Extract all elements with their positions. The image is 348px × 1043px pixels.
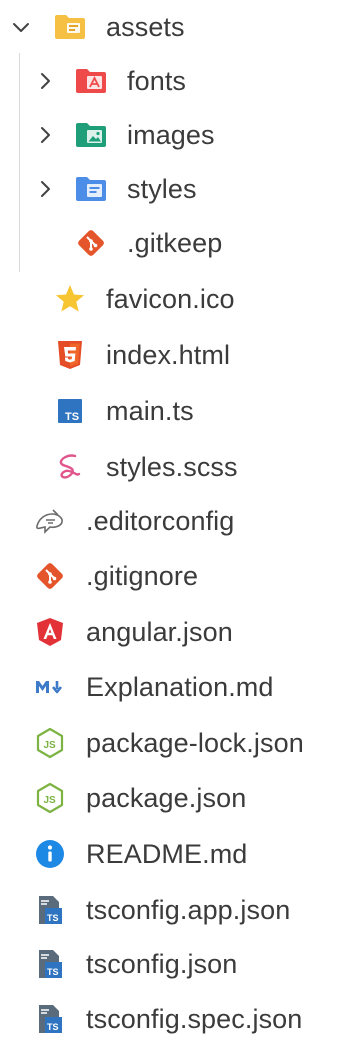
- tree-folder-assets[interactable]: assets: [0, 3, 348, 51]
- tree-file-label: package-lock.json: [86, 728, 304, 758]
- tree-file-label: favicon.ico: [106, 284, 235, 314]
- tree-file-angular-json[interactable]: angular.json: [0, 608, 348, 656]
- markdown-icon: [33, 670, 67, 704]
- tree-file-label: styles.scss: [106, 452, 238, 482]
- tree-file-label: package.json: [86, 783, 247, 813]
- chevron-right-icon[interactable]: [34, 70, 56, 92]
- tree-file-tsconfig-app-json[interactable]: TS tsconfig.app.json: [0, 886, 348, 934]
- tree-file-package-json[interactable]: JS package.json: [0, 774, 348, 822]
- angular-icon: [33, 615, 67, 649]
- tree-file-label: .gitkeep: [127, 228, 223, 258]
- tree-file-readme-md[interactable]: README.md: [0, 830, 348, 878]
- tree-file-label: .editorconfig: [86, 506, 235, 536]
- tree-folder-label: styles: [127, 174, 197, 204]
- tree-file-index-html[interactable]: index.html: [0, 331, 348, 379]
- svg-text:JS: JS: [44, 740, 57, 751]
- tree-folder-label: images: [127, 120, 215, 150]
- tree-file-label: Explanation.md: [86, 672, 274, 702]
- svg-text:TS: TS: [47, 913, 59, 923]
- chevron-right-icon[interactable]: [34, 178, 56, 200]
- tree-file-styles-scss[interactable]: styles.scss: [0, 443, 348, 491]
- chevron-down-icon[interactable]: [10, 16, 32, 38]
- tree-file-package-lock-json[interactable]: JS package-lock.json: [0, 719, 348, 767]
- folder-images-icon: [74, 118, 108, 152]
- tree-file-explanation-md[interactable]: Explanation.md: [0, 663, 348, 711]
- tree-file-gitkeep[interactable]: .gitkeep: [0, 219, 348, 267]
- tree-file-label: angular.json: [86, 617, 233, 647]
- tree-file-editorconfig[interactable]: .editorconfig: [0, 497, 348, 545]
- nodejs-icon: JS: [33, 781, 67, 815]
- git-icon: [74, 226, 108, 260]
- tree-file-tsconfig-spec-json[interactable]: TS tsconfig.spec.json: [0, 995, 348, 1043]
- svg-text:TS: TS: [65, 411, 79, 423]
- html5-icon: [53, 338, 87, 372]
- nodejs-icon: JS: [33, 726, 67, 760]
- tree-file-label: tsconfig.spec.json: [86, 1004, 303, 1034]
- tsconfig-icon: TS: [33, 1002, 67, 1036]
- tree-folder-fonts[interactable]: fonts: [0, 57, 348, 105]
- editorconfig-icon: [33, 504, 67, 538]
- git-icon: [33, 559, 67, 593]
- tree-file-label: .gitignore: [86, 561, 199, 591]
- tree-file-tsconfig-json[interactable]: TS tsconfig.json: [0, 940, 348, 988]
- tsconfig-icon: TS: [33, 947, 67, 981]
- tsconfig-icon: TS: [33, 893, 67, 927]
- svg-text:TS: TS: [47, 1022, 59, 1032]
- tree-folder-images[interactable]: images: [0, 111, 348, 159]
- file-explorer-tree: assets fonts images styles .gitkeep favi…: [0, 0, 348, 1039]
- typescript-icon: TS: [53, 394, 87, 428]
- tree-folder-label: fonts: [127, 66, 187, 96]
- tree-folder-label: assets: [106, 12, 185, 42]
- svg-text:JS: JS: [44, 795, 57, 806]
- tree-file-favicon[interactable]: favicon.ico: [0, 275, 348, 323]
- chevron-right-icon[interactable]: [34, 124, 56, 146]
- tree-file-label: tsconfig.app.json: [86, 895, 291, 925]
- tree-file-label: tsconfig.json: [86, 949, 238, 979]
- folder-assets-icon: [53, 10, 87, 44]
- tree-file-label: README.md: [86, 839, 248, 869]
- info-icon: [33, 837, 67, 871]
- tree-file-label: index.html: [106, 340, 231, 370]
- sass-icon: [53, 450, 87, 484]
- folder-fonts-icon: [74, 64, 108, 98]
- tree-file-main-ts[interactable]: TS main.ts: [0, 387, 348, 435]
- tree-file-label: main.ts: [106, 396, 194, 426]
- folder-styles-icon: [74, 172, 108, 206]
- star-icon: [53, 282, 87, 316]
- tree-folder-styles[interactable]: styles: [0, 165, 348, 213]
- svg-text:TS: TS: [47, 967, 59, 977]
- tree-file-gitignore[interactable]: .gitignore: [0, 552, 348, 600]
